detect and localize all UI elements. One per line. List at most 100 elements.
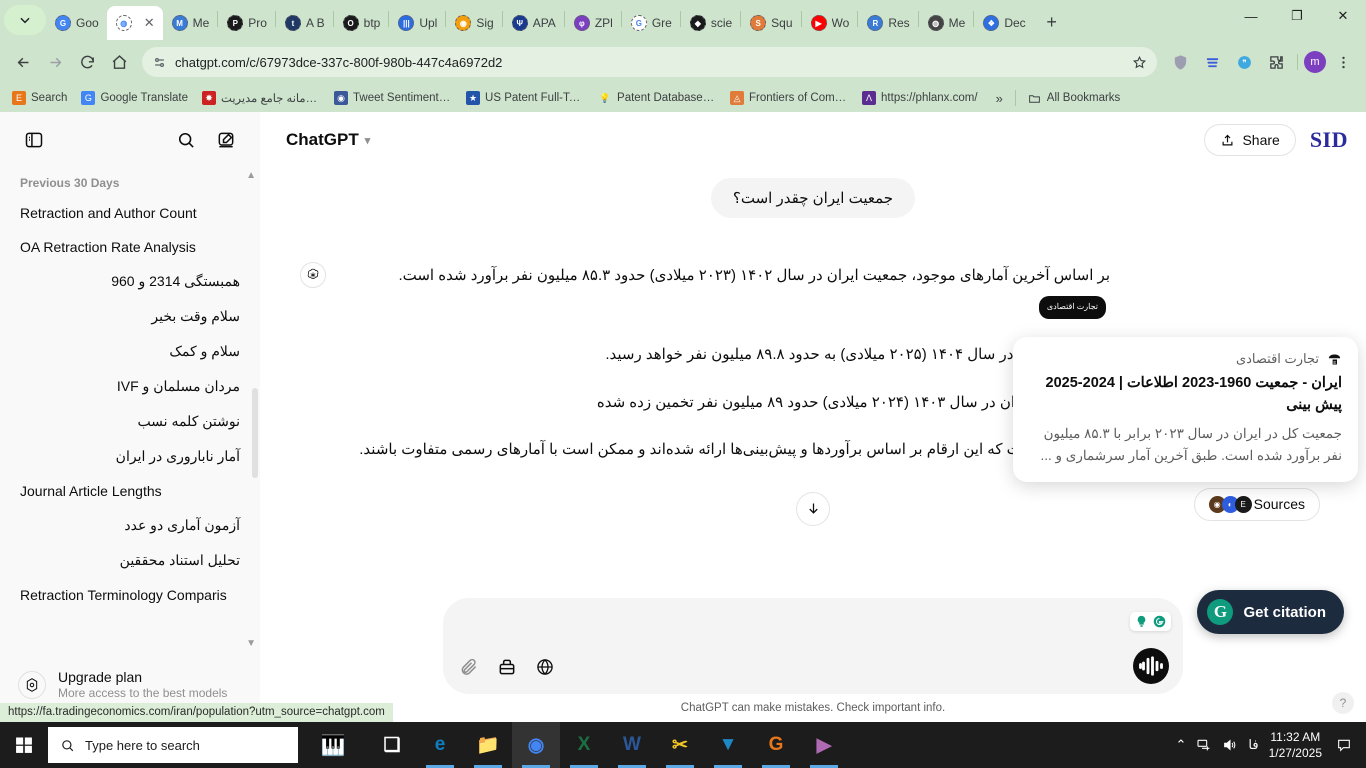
toggle-sidebar-button[interactable] bbox=[18, 124, 50, 156]
bookmark-item-0[interactable]: E Search bbox=[6, 88, 73, 108]
web-search-button[interactable] bbox=[535, 657, 555, 682]
back-button[interactable] bbox=[8, 47, 38, 77]
tools-button[interactable] bbox=[497, 657, 517, 682]
sid-extension-logo[interactable]: SID bbox=[1310, 127, 1348, 153]
start-button[interactable] bbox=[0, 722, 48, 768]
grammarly-badge[interactable] bbox=[1130, 612, 1171, 631]
scroll-to-bottom-button[interactable] bbox=[796, 491, 830, 526]
taskbar-file-explorer-icon[interactable]: 📁 bbox=[464, 722, 512, 768]
voice-mode-button[interactable] bbox=[1133, 648, 1169, 684]
browser-tab-16[interactable]: ❖ Dec bbox=[974, 6, 1033, 40]
browser-tab-6[interactable]: ||| Upl bbox=[389, 6, 445, 40]
forward-button[interactable] bbox=[40, 47, 70, 77]
sidebar-chat-item-2[interactable]: همبستگی 2314 و 960 bbox=[8, 264, 252, 299]
taskbar-snipping-tool-icon[interactable]: ✂ bbox=[656, 722, 704, 768]
sidebar-chat-item-6[interactable]: نوشتن کلمه نسب bbox=[8, 404, 252, 439]
taskbar-clock[interactable]: 11:32 AM 1/27/2025 bbox=[1269, 729, 1322, 761]
browser-tab-12[interactable]: S Squ bbox=[741, 6, 800, 40]
bookmarks-overflow-button[interactable]: » bbox=[990, 91, 1009, 106]
browser-tab-13[interactable]: ▶ Wo bbox=[802, 6, 858, 40]
share-button[interactable]: Share bbox=[1204, 124, 1296, 156]
browser-tab-2[interactable]: M Me bbox=[163, 6, 218, 40]
taskbar-chrome-icon[interactable]: ◉ bbox=[512, 722, 560, 768]
browser-tab-1[interactable]: ◍ ✕ bbox=[106, 6, 163, 40]
address-bar[interactable]: chatgpt.com/c/67973dce-337c-800f-980b-44… bbox=[142, 47, 1157, 77]
browser-tab-11[interactable]: ◆ scie bbox=[681, 6, 740, 40]
sidebar-chat-item-8[interactable]: Journal Article Lengths bbox=[8, 474, 252, 508]
menu-lines-extension-button[interactable] bbox=[1197, 47, 1227, 77]
sidebar-chat-item-4[interactable]: سلام و کمک bbox=[8, 334, 252, 369]
home-button[interactable] bbox=[104, 47, 134, 77]
bookmark-star-button[interactable] bbox=[1127, 50, 1151, 74]
tab-search-button[interactable] bbox=[4, 5, 46, 35]
extensions-button[interactable] bbox=[1261, 47, 1291, 77]
taskbar-gpdf-icon[interactable]: G bbox=[752, 722, 800, 768]
new-tab-button[interactable]: + bbox=[1038, 8, 1066, 36]
taskbar-task-view-icon[interactable]: ❑ bbox=[368, 722, 416, 768]
sidebar-chat-item-9[interactable]: آزمون آماری دو عدد bbox=[8, 508, 252, 543]
bookmark-item-4[interactable]: ★ US Patent Full-Text... bbox=[460, 88, 590, 108]
browser-tab-4[interactable]: tA B bbox=[276, 6, 333, 40]
browser-tab-9[interactable]: φ ZPl bbox=[565, 6, 621, 40]
taskbar-vlc-icon[interactable]: ▼ bbox=[704, 722, 752, 768]
language-indicator[interactable]: فا bbox=[1248, 737, 1258, 753]
taskbar-word-icon[interactable]: W bbox=[608, 722, 656, 768]
bookmark-item-5[interactable]: 💡 Patent Database Se... bbox=[592, 88, 722, 108]
bookmark-item-7[interactable]: Λhttps://phlanx.com/ bbox=[856, 88, 984, 108]
sidebar-chat-item-1[interactable]: OA Retraction Rate Analysis bbox=[8, 230, 252, 264]
upgrade-plan-button[interactable]: Upgrade plan More access to the best mod… bbox=[12, 663, 248, 706]
search-chats-button[interactable] bbox=[170, 124, 202, 156]
chrome-menu-button[interactable] bbox=[1328, 47, 1358, 77]
browser-tab-15[interactable]: ◍ Me bbox=[919, 6, 974, 40]
bookmark-item-1[interactable]: G Google Translate bbox=[75, 88, 194, 108]
network-icon[interactable] bbox=[1196, 737, 1212, 753]
taskbar-edge-icon[interactable]: e bbox=[416, 722, 464, 768]
attach-file-button[interactable] bbox=[459, 657, 479, 682]
bookmark-item-2[interactable]: ✸ سامانه جامع مديريت... bbox=[196, 88, 326, 108]
message-composer[interactable] bbox=[443, 598, 1183, 694]
chat-history-list[interactable]: ▲ Previous 30 Days Retraction and Author… bbox=[0, 168, 260, 655]
browser-tab-3[interactable]: P Pro bbox=[218, 6, 275, 40]
browser-tab-0[interactable]: G Goo bbox=[46, 6, 107, 40]
citation-pill[interactable]: تجارت اقتصادی bbox=[1038, 296, 1106, 319]
sources-button[interactable]: ◉ ◐ E Sources bbox=[1193, 487, 1320, 521]
scroll-down-indicator[interactable]: ▼ bbox=[246, 638, 256, 649]
minimize-button[interactable]: — bbox=[1228, 0, 1274, 32]
taskbar-excel-icon[interactable]: X bbox=[560, 722, 608, 768]
browser-tab-5[interactable]: Obtp bbox=[334, 6, 389, 40]
sidebar-scrollbar[interactable] bbox=[252, 388, 258, 478]
close-button[interactable]: ✕ bbox=[1320, 0, 1366, 32]
browser-tab-10[interactable]: G Gre bbox=[622, 6, 680, 40]
sidebar-chat-item-10[interactable]: تحلیل استناد محققین bbox=[8, 543, 252, 578]
tab-close-button[interactable]: ✕ bbox=[144, 15, 155, 31]
sidebar-chat-item-3[interactable]: سلام وقت بخیر bbox=[8, 299, 252, 334]
bookmark-item-3[interactable]: ◉ Tweet Sentiment Vis... bbox=[328, 88, 458, 108]
browser-tab-7[interactable]: ◉ Sig bbox=[446, 6, 501, 40]
quote-extension-button[interactable]: ❞ bbox=[1229, 47, 1259, 77]
new-chat-button[interactable] bbox=[210, 124, 242, 156]
sidebar-chat-item-0[interactable]: Retraction and Author Count bbox=[8, 196, 252, 230]
profile-avatar[interactable]: m bbox=[1304, 51, 1326, 73]
chevron-down-icon bbox=[20, 17, 30, 24]
notifications-button[interactable] bbox=[1332, 733, 1356, 757]
volume-icon[interactable] bbox=[1222, 737, 1238, 753]
sidebar-chat-item-5[interactable]: مردان مسلمان و IVF bbox=[8, 369, 252, 404]
site-settings-icon[interactable] bbox=[152, 55, 167, 70]
sidebar-chat-item-7[interactable]: آمار ناباروری در ایران bbox=[8, 439, 252, 474]
tray-expand-icon[interactable]: ⌃ bbox=[1176, 737, 1187, 753]
bookmark-item-6[interactable]: ◬ Frontiers of Comput... bbox=[724, 88, 854, 108]
scroll-up-indicator[interactable]: ▲ bbox=[246, 170, 256, 181]
get-citation-button[interactable]: G Get citation bbox=[1197, 590, 1344, 634]
taskbar-music-icon[interactable]: 🎹 bbox=[298, 722, 368, 768]
browser-tab-14[interactable]: R Res bbox=[858, 6, 917, 40]
maximize-button[interactable]: ❐ bbox=[1274, 0, 1320, 32]
shield-extension-button[interactable] bbox=[1165, 47, 1195, 77]
reload-button[interactable] bbox=[72, 47, 102, 77]
browser-tab-8[interactable]: Ψ APA bbox=[503, 6, 564, 40]
taskbar-media-player-icon[interactable]: ▶ bbox=[800, 722, 848, 768]
help-button[interactable]: ? bbox=[1332, 692, 1354, 714]
all-bookmarks-button[interactable]: All Bookmarks bbox=[1022, 88, 1127, 108]
sidebar-chat-item-11[interactable]: Retraction Terminology Comparis bbox=[8, 578, 252, 612]
taskbar-search-box[interactable]: Type here to search bbox=[48, 727, 298, 763]
model-picker-button[interactable]: ChatGPT ▾ bbox=[278, 124, 378, 156]
